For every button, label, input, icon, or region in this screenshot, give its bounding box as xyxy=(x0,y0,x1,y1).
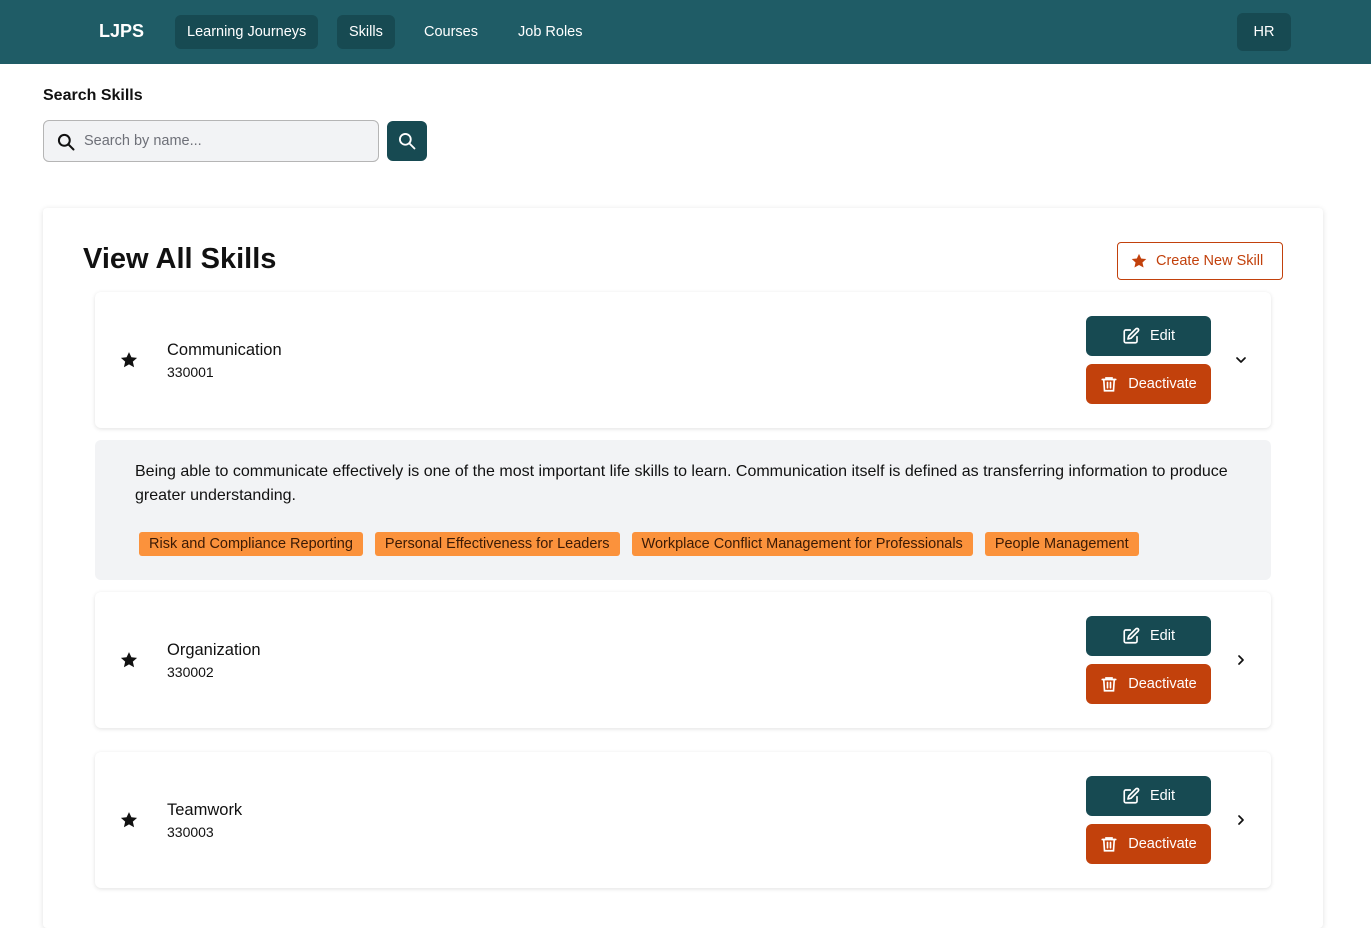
course-tags: Risk and Compliance Reporting Personal E… xyxy=(139,532,1139,556)
search-label: Search Skills xyxy=(43,87,143,104)
nav-job-roles[interactable]: Job Roles xyxy=(506,15,594,49)
skill-name: Organization xyxy=(167,641,261,659)
star-icon xyxy=(120,812,138,828)
skill-id: 330002 xyxy=(167,664,214,680)
skill-name: Communication xyxy=(167,341,282,359)
skill-id: 330003 xyxy=(167,824,214,840)
edit-label: Edit xyxy=(1150,628,1175,644)
edit-button[interactable]: Edit xyxy=(1086,616,1211,656)
skill-name: Teamwork xyxy=(167,801,243,819)
course-tag[interactable]: People Management xyxy=(984,532,1139,556)
skill-details-panel: Being able to communicate effectively is… xyxy=(95,440,1271,580)
skill-row-teamwork[interactable]: Teamwork 330003 Edit Deactivate xyxy=(95,752,1271,888)
deactivate-label: Deactivate xyxy=(1128,376,1197,392)
top-navbar: LJPS Learning Journeys Skills Courses Jo… xyxy=(0,0,1371,64)
skill-id: 330001 xyxy=(167,364,214,380)
trash-icon xyxy=(1101,837,1117,852)
course-tag[interactable]: Personal Effectiveness for Leaders xyxy=(374,532,620,556)
star-icon xyxy=(120,652,138,668)
deactivate-button[interactable]: Deactivate xyxy=(1086,664,1211,704)
search-field[interactable] xyxy=(43,120,379,162)
search-input[interactable] xyxy=(84,121,374,161)
edit-label: Edit xyxy=(1150,788,1175,804)
edit-button[interactable]: Edit xyxy=(1086,776,1211,816)
chevron-down-icon[interactable] xyxy=(1233,352,1249,368)
course-tag[interactable]: Workplace Conflict Management for Profes… xyxy=(631,532,973,556)
create-skill-label: Create New Skill xyxy=(1156,253,1264,269)
user-role-button[interactable]: HR xyxy=(1237,13,1291,51)
star-icon xyxy=(120,352,138,368)
nav-skills[interactable]: Skills xyxy=(337,15,395,49)
skill-description: Being able to communicate effectively is… xyxy=(135,463,1228,504)
deactivate-button[interactable]: Deactivate xyxy=(1086,824,1211,864)
edit-button[interactable]: Edit xyxy=(1086,316,1211,356)
deactivate-label: Deactivate xyxy=(1128,836,1197,852)
skill-row-communication[interactable]: Communication 330001 Edit Deactivate xyxy=(95,292,1271,428)
trash-icon xyxy=(1101,377,1117,392)
skill-row-organization[interactable]: Organization 330002 Edit Deactivate xyxy=(95,592,1271,728)
page-title: View All Skills xyxy=(83,243,277,275)
edit-icon xyxy=(1123,787,1140,804)
edit-icon xyxy=(1123,327,1140,344)
search-icon xyxy=(399,133,416,150)
search-icon xyxy=(57,133,75,151)
nav-learning-journeys[interactable]: Learning Journeys xyxy=(175,15,319,49)
nav-courses[interactable]: Courses xyxy=(412,15,490,49)
trash-icon xyxy=(1101,677,1117,692)
course-tag[interactable]: Risk and Compliance Reporting xyxy=(139,532,363,556)
search-button[interactable] xyxy=(387,121,427,161)
star-icon xyxy=(1131,253,1147,268)
edit-icon xyxy=(1123,627,1140,644)
chevron-right-icon[interactable] xyxy=(1233,652,1249,668)
deactivate-button[interactable]: Deactivate xyxy=(1086,364,1211,404)
brand-logo[interactable]: LJPS xyxy=(99,21,144,42)
chevron-right-icon[interactable] xyxy=(1233,812,1249,828)
edit-label: Edit xyxy=(1150,328,1175,344)
deactivate-label: Deactivate xyxy=(1128,676,1197,692)
create-skill-button[interactable]: Create New Skill xyxy=(1117,242,1283,280)
